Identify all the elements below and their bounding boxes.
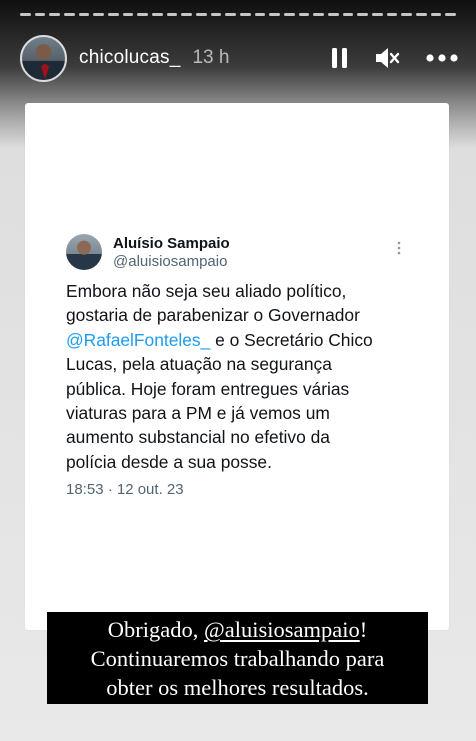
progress-segment xyxy=(284,13,295,16)
progress-segment xyxy=(93,13,105,16)
progress-segment xyxy=(122,13,134,16)
progress-segment xyxy=(372,13,383,16)
progress-segment xyxy=(430,13,442,16)
tweet-line: aumento substancial no efetivo da xyxy=(66,427,330,448)
progress-segment xyxy=(225,13,237,16)
progress-segment xyxy=(152,13,163,16)
progress-segment xyxy=(254,13,266,16)
caption-line: Obrigado, @aluisiosampaio! xyxy=(107,617,368,642)
tweet-card: Aluísio Sampaio @aluisiosampaio Embora n… xyxy=(25,103,449,630)
story-controls xyxy=(331,47,458,69)
progress-segment xyxy=(416,13,427,16)
tweet-line: polícia desde a sua posse. xyxy=(66,451,272,472)
avatar[interactable] xyxy=(20,34,67,82)
progress-segment xyxy=(357,13,369,16)
progress-segment xyxy=(181,13,193,16)
progress-segment xyxy=(20,13,31,16)
progress-segment xyxy=(108,13,119,16)
tweet-author: Aluísio Sampaio @aluisiosampaio xyxy=(66,234,230,270)
progress-segment xyxy=(313,13,325,16)
muted-speaker-icon[interactable] xyxy=(374,47,400,69)
progress-segment xyxy=(401,13,413,16)
tweet-author-name: Aluísio Sampaio xyxy=(113,234,230,252)
caption-line: obter os melhores resultados. xyxy=(106,675,369,700)
tweet-text: Embora não seja seu aliado político, gos… xyxy=(66,279,416,474)
tweet-avatar xyxy=(66,234,102,270)
progress-segment xyxy=(78,13,90,16)
tweet-mention-link: @RafaelFonteles_ xyxy=(66,329,211,350)
username[interactable]: chicolucas_ xyxy=(79,47,180,69)
progress-segment xyxy=(298,13,310,16)
caption-line: Continuaremos trabalhando para xyxy=(90,646,385,671)
progress-segment xyxy=(386,13,398,16)
post-time: 13 h xyxy=(192,47,230,68)
tweet-timestamp: 18:53 · 12 out. 23 xyxy=(66,481,184,498)
pause-icon[interactable] xyxy=(331,47,348,69)
tweet-more-icon xyxy=(397,241,401,255)
tweet-line: Embora não seja seu aliado político, xyxy=(66,281,347,301)
tweet-line: viaturas para a PM e já vemos um xyxy=(66,403,330,424)
tweet-author-handle: @aluisiosampaio xyxy=(113,252,228,270)
progress-segment xyxy=(210,13,222,16)
progress-segment xyxy=(137,13,149,16)
tweet-line: pública. Hoje foram entregues várias xyxy=(66,378,350,399)
tweet-line: gostaria de parabenizar o Governador xyxy=(66,305,360,326)
progress-segment xyxy=(64,13,75,16)
caption-mention[interactable]: @aluisiosampaio xyxy=(204,617,360,642)
tweet-line: @RafaelFonteles_ e o Secretário Chico xyxy=(66,329,373,350)
more-icon[interactable] xyxy=(426,54,458,62)
progress-segment xyxy=(342,13,354,16)
progress-segment xyxy=(166,13,178,16)
tweet-line: Lucas, pela atuação na segurança xyxy=(66,354,332,375)
story-progress-bar xyxy=(20,13,457,16)
progress-segment xyxy=(196,13,207,16)
progress-segment xyxy=(34,13,46,16)
story-header: chicolucas_ 13 h xyxy=(20,34,458,82)
progress-segment xyxy=(49,13,61,16)
story-caption: Obrigado, @aluisiosampaio! Continuaremos… xyxy=(47,612,428,704)
progress-segment xyxy=(269,13,281,16)
progress-segment xyxy=(240,13,251,16)
progress-segment xyxy=(328,13,339,16)
progress-segment xyxy=(445,13,457,16)
